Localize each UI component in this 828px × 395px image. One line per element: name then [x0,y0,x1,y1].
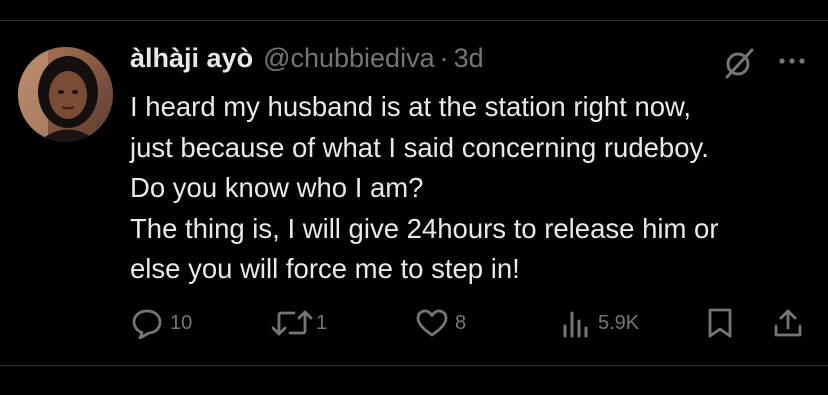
display-name[interactable]: àlhàji ayò [130,43,253,74]
tweet-text-line: The thing is, I will give 24hours to rel… [130,212,719,244]
views-icon [560,308,592,338]
tweet-text-line: Do you know who I am? [130,172,424,203]
handle[interactable]: @chubbiediva [263,43,435,74]
tweet-text: I heard my husband is at the station rig… [130,87,820,290]
avatar[interactable] [18,47,113,142]
reply-button[interactable]: 10 [130,305,192,341]
action-bar: 10 1 8 5.9K [0,305,828,341]
grok-icon[interactable] [722,47,756,79]
reply-icon [130,307,164,339]
tweet-text-line: just because of what I said concerning r… [130,131,709,163]
reply-count: 10 [170,311,193,334]
more-icon[interactable] [775,51,809,71]
bottom-divider [0,365,828,366]
tweet-card[interactable]: àlhàji ayò @chubbiediva · 3d I heard my … [0,21,828,365]
like-icon [415,308,449,338]
share-button[interactable] [772,305,804,341]
tweet-header: àlhàji ayò @chubbiediva · 3d [130,43,484,79]
bookmark-button[interactable] [705,305,735,341]
bookmark-icon [705,307,735,339]
tweet-text-line: I heard my husband is at the station rig… [130,91,692,122]
share-icon [772,307,804,339]
timestamp[interactable]: 3d [454,43,484,74]
views-button[interactable]: 5.9K [560,305,639,341]
tweet-text-line: else you will force me to step in! [130,253,520,284]
like-count: 8 [455,311,467,334]
repost-button[interactable]: 1 [270,305,327,341]
view-count: 5.9K [598,311,640,334]
repost-icon [270,308,314,338]
repost-count: 1 [316,311,328,334]
separator-dot: · [439,43,449,73]
like-button[interactable]: 8 [415,305,466,341]
